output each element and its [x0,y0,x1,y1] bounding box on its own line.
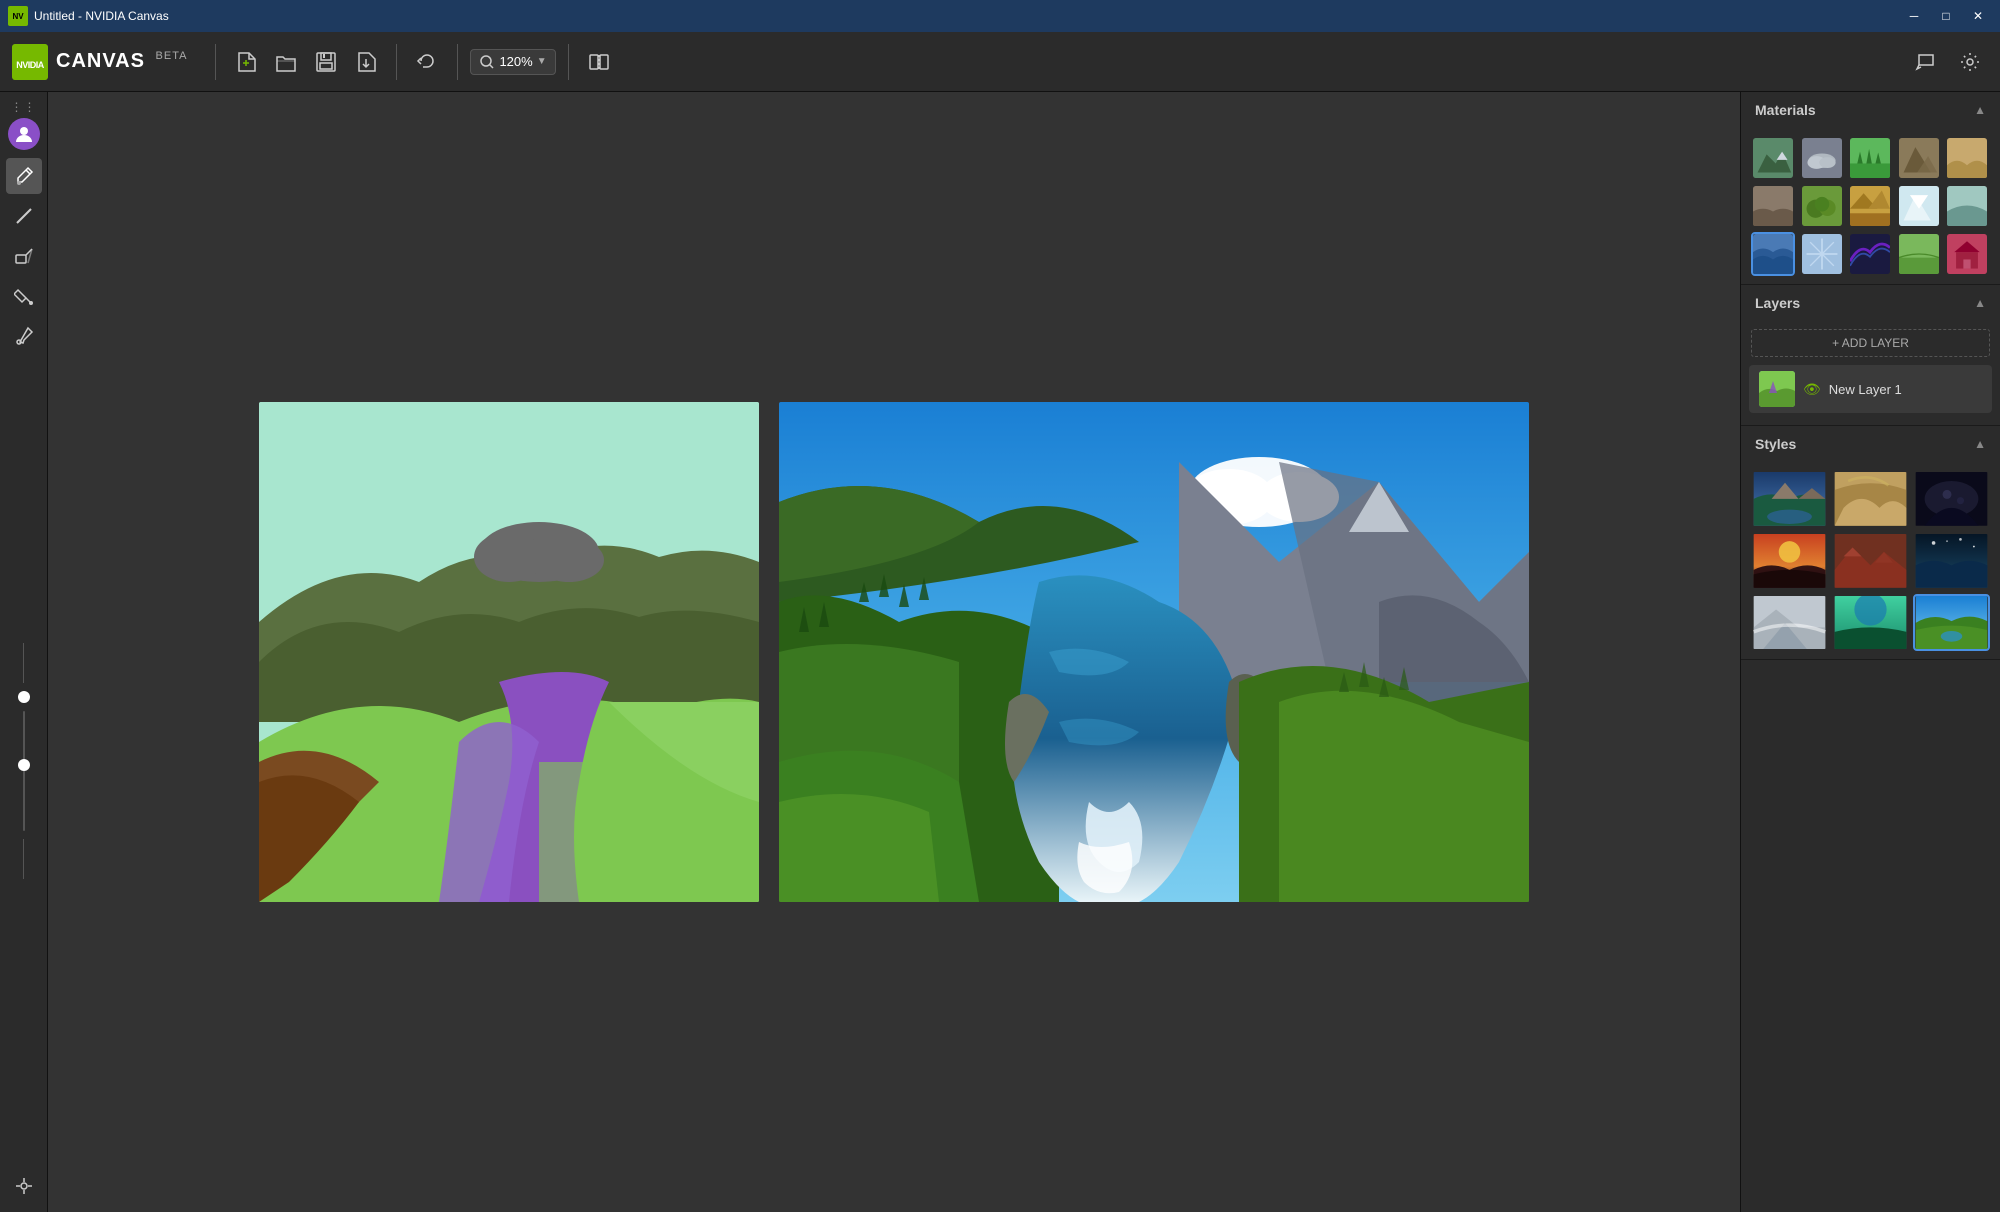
window-title: Untitled - NVIDIA Canvas [34,9,1900,23]
brush-size-slider [18,358,30,1164]
style-tropical[interactable] [1832,594,1909,652]
material-aurora[interactable] [1848,232,1892,276]
slider-divider-2 [23,839,24,879]
material-mountains[interactable] [1751,136,1795,180]
materials-grid [1741,128,2000,284]
layer-name-label: New Layer 1 [1829,382,1982,397]
material-sand[interactable] [1945,136,1989,180]
app-icon: NV [8,6,28,26]
styles-collapse-btn[interactable]: ▲ [1974,437,1986,451]
toolbar-divider-1 [215,44,216,80]
styles-panel: Styles ▲ [1741,426,2000,660]
toolbar-right [1908,44,1988,80]
materials-collapse-btn[interactable]: ▲ [1974,103,1986,117]
toolbar-divider-3 [457,44,458,80]
material-dirt[interactable] [1751,184,1795,228]
ai-output-canvas [779,402,1529,902]
toolbar: NVIDIA CANVAS BETA [0,32,2000,92]
material-bush[interactable] [1800,184,1844,228]
style-desert-storm[interactable] [1832,470,1909,528]
drawing-surface[interactable] [259,402,759,902]
styles-title: Styles [1755,436,1796,452]
settings-button[interactable] [1952,44,1988,80]
title-bar: NV Untitled - NVIDIA Canvas ─ □ ✕ [0,0,2000,32]
material-ice[interactable] [1800,232,1844,276]
save-button[interactable] [308,44,344,80]
left-sidebar: ⋮⋮ [0,92,48,1212]
material-plains[interactable] [1897,232,1941,276]
new-file-button[interactable] [228,44,264,80]
svg-text:NVIDIA: NVIDIA [16,60,45,70]
nvidia-logo-icon: NVIDIA [12,44,48,80]
style-ocean-night[interactable] [1913,532,1990,590]
slider-thumb[interactable] [18,759,30,771]
style-green-valley[interactable] [1913,594,1990,652]
brush-tool[interactable] [6,158,42,194]
style-mountain-mist[interactable] [1751,594,1828,652]
app-logo: NVIDIA CANVAS BETA [12,44,187,80]
toolbar-divider-2 [396,44,397,80]
app-name: CANVAS BETA [56,50,187,73]
material-grass[interactable] [1848,136,1892,180]
add-layer-button[interactable]: + ADD LAYER [1751,329,1990,357]
eyedropper-tool[interactable] [6,318,42,354]
material-snow[interactable] [1897,184,1941,228]
toolbar-divider-4 [568,44,569,80]
materials-header: Materials ▲ [1741,92,2000,128]
style-alpine-lake[interactable] [1751,470,1828,528]
layers-panel: Layers ▲ + ADD LAYER 👁 New Layer 1 [1741,285,2000,426]
layer-thumbnail [1759,371,1795,407]
window-controls: ─ □ ✕ [1900,6,1992,26]
open-file-button[interactable] [268,44,304,80]
zoom-control[interactable]: 120% ▼ [470,49,555,75]
style-sunset[interactable] [1751,532,1828,590]
layers-header: Layers ▲ [1741,285,2000,321]
material-water[interactable] [1751,232,1795,276]
layer-item[interactable]: 👁 New Layer 1 [1749,365,1992,413]
line-tool[interactable] [6,198,42,234]
layer-visibility-toggle[interactable]: 👁 [1803,381,1821,398]
user-avatar[interactable] [8,118,40,150]
material-temple[interactable] [1945,232,1989,276]
style-red-rocks[interactable] [1832,532,1909,590]
zoom-dropdown-arrow: ▼ [537,56,547,67]
styles-header: Styles ▲ [1741,426,2000,462]
drag-handle: ⋮⋮ [11,100,37,114]
slider-top-dot [18,691,30,703]
undo-button[interactable] [409,44,445,80]
chat-button[interactable] [1908,44,1944,80]
styles-grid [1741,462,2000,659]
export-button[interactable] [348,44,384,80]
material-rock[interactable] [1897,136,1941,180]
materials-title: Materials [1755,102,1816,118]
slider-track[interactable] [23,711,25,831]
pan-tool[interactable] [6,1168,42,1204]
slider-divider [23,643,24,683]
style-dark-cave[interactable] [1913,470,1990,528]
minimize-button[interactable]: ─ [1900,6,1928,26]
main-content: ⋮⋮ [0,92,2000,1212]
materials-panel: Materials ▲ [1741,92,2000,285]
material-tundra[interactable] [1945,184,1989,228]
fill-tool[interactable] [6,278,42,314]
material-desert[interactable] [1848,184,1892,228]
material-clouds[interactable] [1800,136,1844,180]
compare-button[interactable] [581,44,617,80]
layers-collapse-btn[interactable]: ▲ [1974,296,1986,310]
layers-title: Layers [1755,295,1800,311]
eraser-tool[interactable] [6,238,42,274]
maximize-button[interactable]: □ [1932,6,1960,26]
right-sidebar: Materials ▲ [1740,92,2000,1212]
drawing-canvas[interactable] [259,402,759,902]
canvas-area [48,92,1740,1212]
close-button[interactable]: ✕ [1964,6,1992,26]
